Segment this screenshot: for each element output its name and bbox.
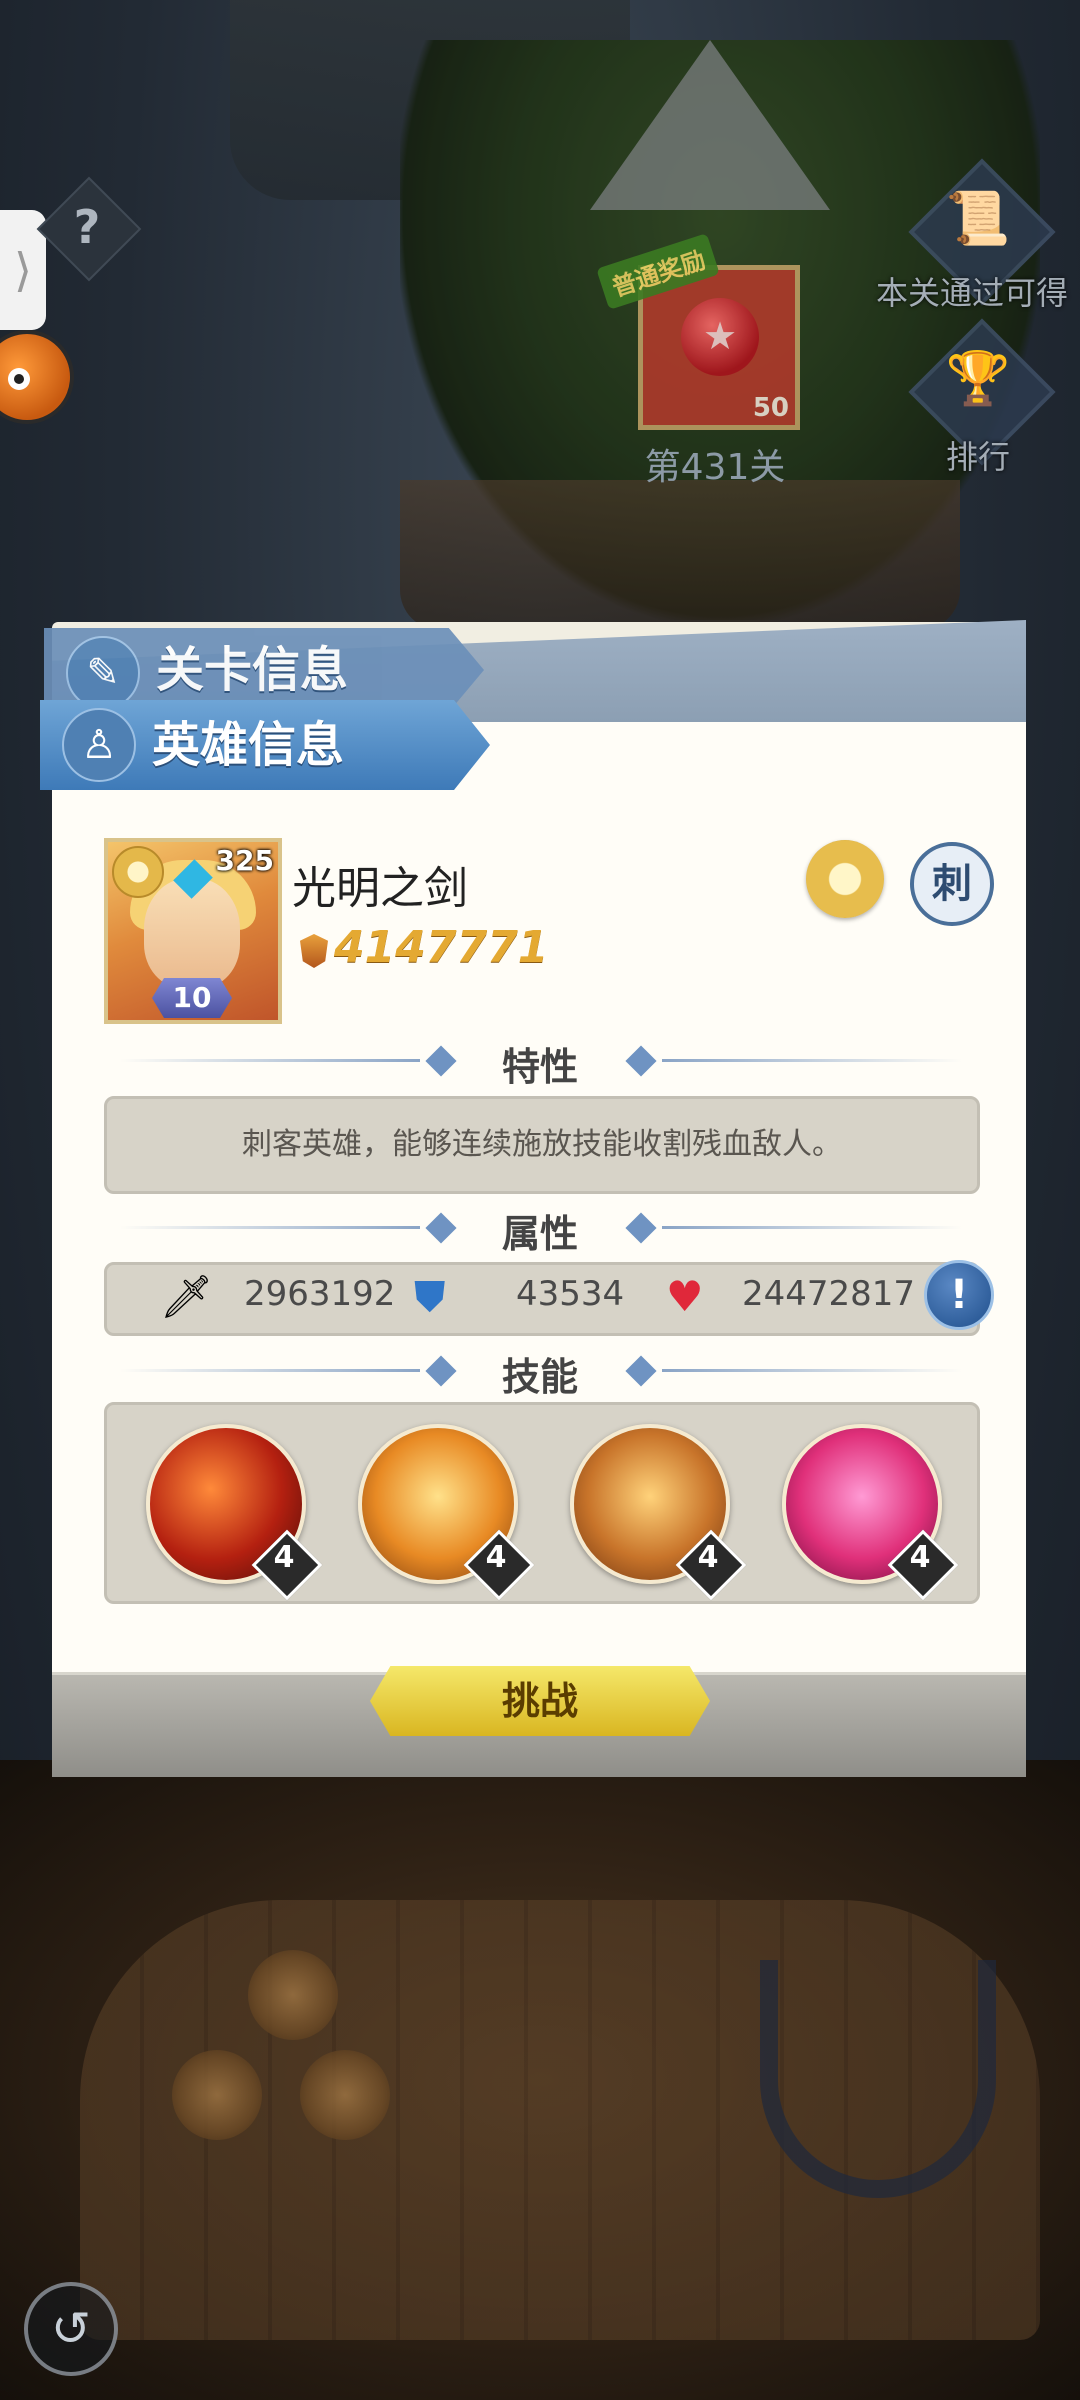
hero-portrait[interactable]: 325 10	[104, 838, 282, 1024]
ranking-label: 排行	[946, 438, 1011, 476]
mountain-peak	[590, 40, 830, 210]
sword-icon: 🗡	[160, 1272, 214, 1321]
pass-reward-label: 本关通过可得	[876, 274, 1069, 312]
scroll-icon: ✎	[66, 636, 140, 710]
skill-level: 4	[273, 1540, 295, 1575]
stage-label: 第431关	[644, 447, 786, 488]
shield-icon: ⛊	[414, 1272, 446, 1321]
section-title-trait: 特性	[501, 1045, 578, 1089]
person-icon: ♙	[62, 708, 136, 782]
barrel-icon	[172, 2050, 262, 2140]
divider-line	[662, 1226, 962, 1229]
tab-hero-info[interactable]: ♙ 英雄信息	[40, 700, 490, 790]
hero-star-power: 325	[215, 844, 274, 877]
assassin-class-icon[interactable]: 刺	[910, 842, 994, 926]
barrel-icon	[300, 2050, 390, 2140]
tab-stage-info-label: 关卡信息	[156, 642, 349, 698]
hp-value: 24472817	[742, 1274, 916, 1314]
divider-line	[662, 1369, 962, 1372]
divider-line	[662, 1059, 962, 1062]
attack-value: 2963192	[244, 1274, 396, 1314]
hero-name: 光明之剑	[292, 863, 468, 914]
tab-stage-info[interactable]: ✎ 关卡信息	[44, 628, 484, 712]
tab-hero-info-label: 英雄信息	[152, 717, 345, 773]
section-title-attributes: 属性	[501, 1212, 578, 1256]
skill-level: 4	[697, 1540, 719, 1575]
hero-level-badge: 10	[152, 978, 232, 1018]
defense-value: 43534	[516, 1274, 625, 1314]
section-title-skills: 技能	[501, 1355, 578, 1399]
heart-icon: ♥	[666, 1272, 704, 1321]
skill-level: 4	[485, 1540, 507, 1575]
skill-level: 4	[909, 1540, 931, 1575]
attribute-details-button[interactable]: !	[924, 1260, 994, 1330]
help-icon[interactable]: ?	[52, 192, 122, 262]
reward-count: 50	[752, 393, 789, 423]
barrel-icon	[248, 1950, 338, 2040]
trait-description: 刺客英雄，能够连续施放技能收割残血敌人。	[242, 1127, 842, 1162]
back-icon[interactable]: ↺	[24, 2282, 118, 2376]
anchor-icon	[760, 1960, 996, 2198]
ruby-gem-icon: ★	[681, 298, 759, 376]
challenge-button[interactable]: 挑战	[370, 1666, 710, 1736]
trait-panel: 刺客英雄，能够连续施放技能收割残血敌人。	[104, 1096, 980, 1194]
pet-eye-icon	[8, 368, 30, 390]
island-cliff	[400, 480, 960, 630]
sun-faction-icon[interactable]	[806, 840, 884, 918]
sun-faction-icon	[112, 846, 164, 898]
trophy-icon: 🏆	[945, 349, 1011, 409]
combat-power-value: 4147771	[334, 922, 549, 973]
scroll-icon: 📜	[945, 189, 1011, 249]
